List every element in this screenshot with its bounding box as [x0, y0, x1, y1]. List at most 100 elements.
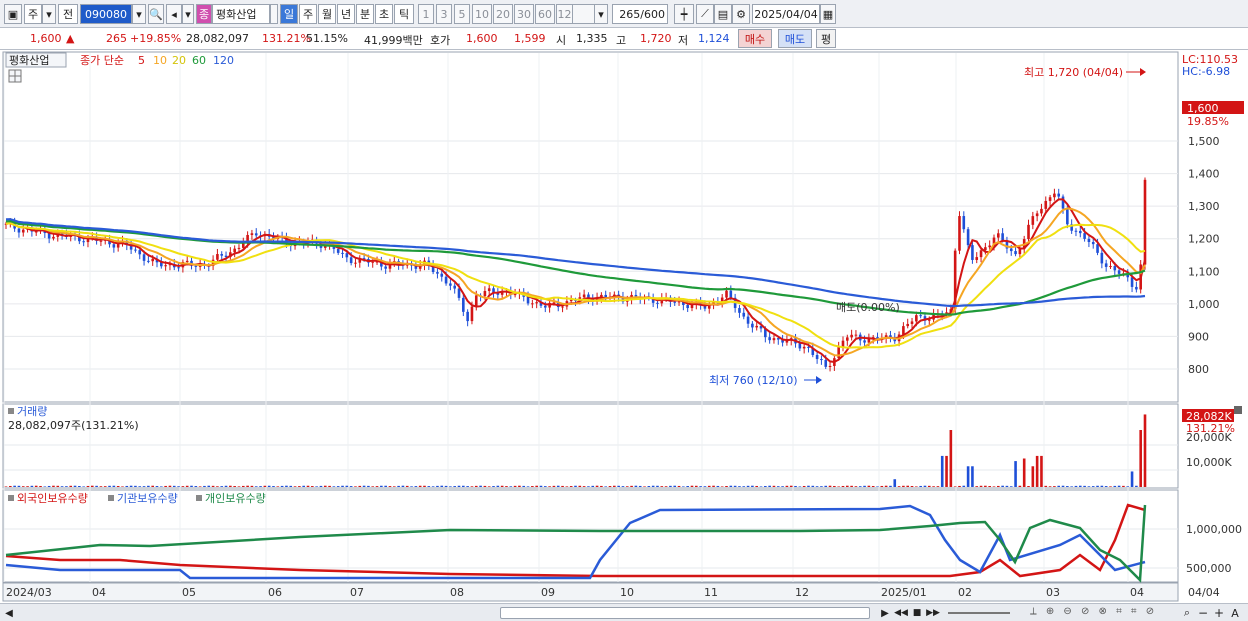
volume-bar: [311, 486, 314, 487]
scroll-left-icon[interactable]: ◀: [2, 606, 16, 620]
volume-bar: [410, 486, 413, 487]
volume-bar: [1143, 414, 1147, 487]
stock-code-input[interactable]: 090080: [80, 4, 132, 24]
holding-ytick-500000: 500,000: [1186, 562, 1232, 575]
volume-bar: [1014, 461, 1017, 487]
volume-bar: [69, 485, 73, 487]
volume-bar: [962, 485, 966, 487]
save-icon[interactable]: ▤: [714, 4, 732, 24]
period-week[interactable]: 주: [299, 4, 317, 24]
zoom-in-icon[interactable]: +: [1212, 606, 1226, 620]
candle-body: [815, 354, 819, 360]
holding-marker-icon: [8, 495, 14, 501]
interval-60[interactable]: 60: [535, 4, 555, 24]
prev-button[interactable]: 전: [58, 4, 78, 24]
candle-body: [531, 303, 534, 305]
volume-bar: [833, 485, 836, 487]
draw-tool-icon[interactable]: ⟋: [696, 4, 714, 24]
date-input[interactable]: 2025/04/04: [752, 4, 820, 24]
eval-label: 평: [820, 32, 832, 46]
volume-bar: [682, 486, 685, 487]
interval-20[interactable]: 20: [493, 4, 513, 24]
zoom-icon[interactable]: ⌕: [1180, 606, 1194, 620]
font-size-icon[interactable]: A: [1228, 606, 1242, 620]
scroll-thumb[interactable]: [500, 607, 870, 619]
fast-forward-icon[interactable]: ▶▶: [926, 606, 940, 620]
volume-bar: [1109, 486, 1112, 487]
candle-body: [1053, 193, 1056, 198]
zoom-out-icon[interactable]: −: [1196, 606, 1210, 620]
calendar-icon[interactable]: ▦: [820, 4, 836, 24]
count-input[interactable]: 265/600: [612, 4, 668, 24]
period-year[interactable]: 년: [337, 4, 355, 24]
candle-body: [854, 334, 858, 336]
volume-bar: [246, 485, 249, 487]
rewind-icon[interactable]: ◀◀: [894, 606, 908, 620]
x-axis-label: 04: [1130, 586, 1144, 599]
interval-3-label: 3: [440, 7, 448, 21]
interval-3[interactable]: 3: [436, 4, 452, 24]
chart-area[interactable]: 평화산업 종가 단순 5 10 20 60 120 최고 1,720 (04/0…: [0, 50, 1248, 603]
bottom-scrollbar[interactable]: ◀ ▶ ◀◀ ■ ▶▶ ⟂ ⊕ ⊖ ⊘ ⊗ ⌗ ⌗ ⊘ ⌕ − + A: [0, 603, 1248, 621]
interval-30[interactable]: 30: [514, 4, 534, 24]
gear-icon[interactable]: ⚙: [732, 4, 750, 24]
candle-icon[interactable]: ┿: [674, 4, 694, 24]
name-dropdown-icon[interactable]: [270, 4, 278, 24]
volume-bar: [414, 486, 418, 487]
volume-bar: [513, 485, 517, 487]
trade-amount: 41,999백만: [364, 34, 423, 47]
candle-body: [164, 265, 167, 267]
period-minute[interactable]: 분: [356, 4, 374, 24]
interval-5[interactable]: 5: [454, 4, 470, 24]
speaker-icon[interactable]: ◂: [166, 4, 182, 24]
volume-bar: [43, 486, 47, 487]
volume-bar: [820, 486, 823, 487]
market-select[interactable]: 주: [24, 4, 42, 24]
code-dropdown-icon[interactable]: ▾: [132, 4, 146, 24]
volume-bar: [604, 486, 608, 487]
stock-name-field[interactable]: 평화산업: [212, 4, 270, 24]
period-day[interactable]: 일: [280, 4, 298, 24]
volume-bar: [695, 485, 698, 487]
search-icon[interactable]: 🔍: [148, 4, 164, 24]
volume-bar: [591, 485, 595, 487]
x-axis-label: 11: [704, 586, 718, 599]
period-second[interactable]: 초: [375, 4, 393, 24]
volume-bar: [492, 486, 495, 487]
candle-body: [755, 325, 759, 328]
interval-dropdown-icon[interactable]: ▾: [594, 4, 608, 24]
volume-bar: [1061, 485, 1065, 487]
scroll-right-icon[interactable]: ▶: [878, 606, 892, 620]
interval-1[interactable]: 1: [418, 4, 434, 24]
candle-body: [151, 258, 154, 262]
period-month[interactable]: 월: [318, 4, 336, 24]
volume-bar: [548, 486, 551, 487]
period-month-label: 월: [321, 8, 333, 21]
ma-5-label: 5: [138, 54, 145, 67]
x-axis-label: 05: [182, 586, 196, 599]
volume-close-icon[interactable]: [1234, 406, 1242, 414]
price-ytick-label: 1,400: [1188, 168, 1220, 181]
volume-bar: [539, 485, 543, 487]
speed-slider[interactable]: [948, 612, 1010, 614]
market-dropdown-icon[interactable]: ▾: [42, 4, 56, 24]
candle-body: [738, 308, 741, 313]
candle-body: [828, 365, 832, 367]
speaker-dropdown-icon[interactable]: ▾: [182, 4, 194, 24]
volume-bar: [613, 485, 616, 487]
period-tick[interactable]: 틱: [394, 4, 414, 24]
volume-bar: [561, 485, 564, 487]
volume-bar: [449, 486, 452, 487]
stop-icon[interactable]: ■: [910, 606, 924, 620]
interval-10[interactable]: 10: [472, 4, 492, 24]
volume-bar: [742, 486, 746, 487]
buy-button[interactable]: 매수: [738, 29, 772, 48]
eval-button[interactable]: 평: [816, 29, 836, 48]
chart-tools-icons[interactable]: ⟂ ⊕ ⊖ ⊘ ⊗ ⌗ ⌗ ⊘: [1030, 606, 1180, 620]
volume-bar: [121, 486, 124, 487]
low-label: 저: [678, 34, 689, 47]
sell-button[interactable]: 매도: [778, 29, 812, 48]
ma-10-label: 10: [153, 54, 167, 67]
window-icon[interactable]: ▣: [4, 4, 22, 24]
candle-body: [1066, 208, 1069, 225]
